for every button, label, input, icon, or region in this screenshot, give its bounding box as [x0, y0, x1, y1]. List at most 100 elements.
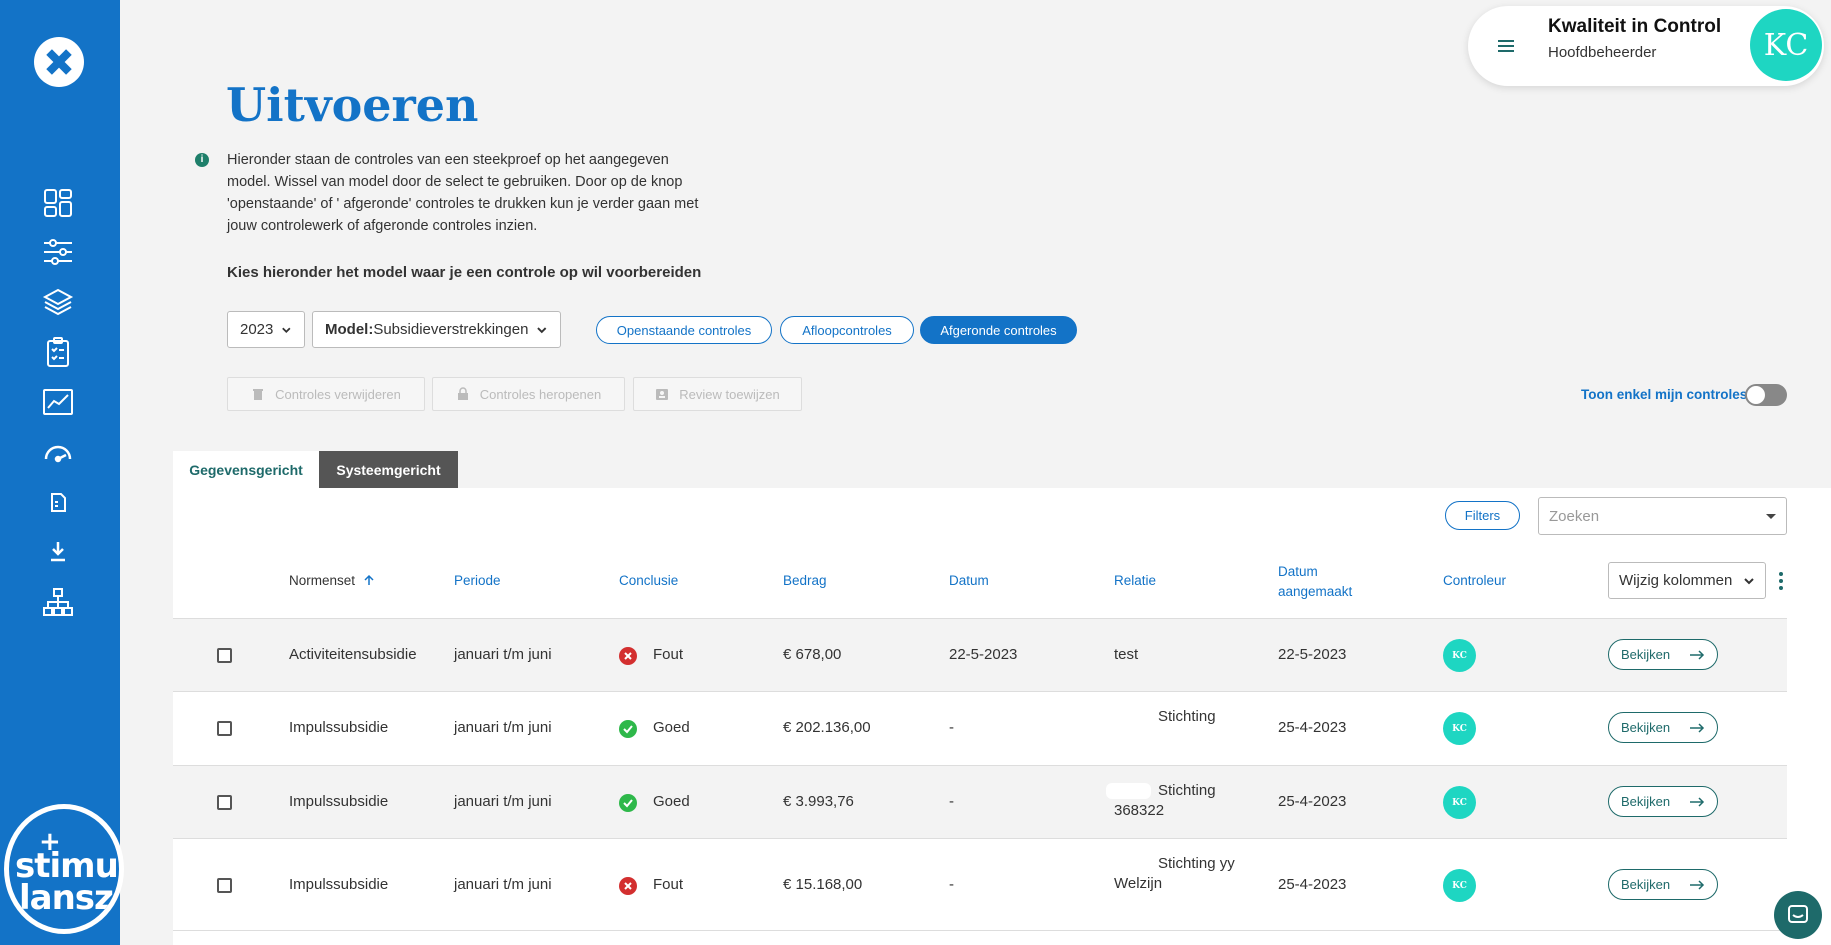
afloopcontroles-button[interactable]: Afloopcontroles	[780, 316, 914, 344]
only-my-controls-label: Toon enkel mijn controles	[1581, 387, 1748, 402]
year-select[interactable]: 2023	[227, 311, 305, 348]
cell-relatie: test	[1114, 646, 1139, 663]
column-header-datum[interactable]: Datum	[949, 573, 989, 588]
model-prefix: Model:	[325, 321, 374, 338]
view-button-label: Bekijken	[1621, 647, 1671, 662]
error-icon	[619, 647, 637, 665]
column-header-relatie[interactable]: Relatie	[1114, 573, 1156, 588]
table-row: Impulssubsidie januari t/m juni Goed € 2…	[173, 691, 1787, 765]
cell-bedrag: € 15.168,00	[783, 876, 863, 893]
arrow-right-icon	[1690, 722, 1705, 733]
controleur-avatar: KC	[1443, 639, 1476, 672]
afgeronde-controles-button[interactable]: Afgeronde controles	[920, 316, 1077, 344]
cell-normenset: Impulssubsidie	[289, 719, 389, 736]
chat-icon	[1788, 905, 1808, 923]
openstaande-controles-button[interactable]: Openstaande controles	[596, 316, 772, 344]
controleur-avatar: KC	[1443, 786, 1476, 819]
cell-normenset: Activiteitensubsidie	[289, 646, 417, 663]
dashboard-icon[interactable]	[40, 185, 76, 221]
redacted-text	[1106, 783, 1151, 799]
filters-button[interactable]: Filters	[1445, 501, 1520, 530]
user-card: Kwaliteit in Control Hoofdbeheerder KC	[1468, 6, 1824, 86]
cell-normenset: Impulssubsidie	[289, 876, 389, 893]
info-icon: i	[195, 153, 209, 167]
table-row: Activiteitensubsidie januari t/m juni Fo…	[173, 618, 1787, 691]
column-header-normenset[interactable]: Normenset	[289, 573, 375, 588]
delete-controls-button[interactable]: Controles verwijderen	[227, 377, 425, 411]
cell-periode: januari t/m juni	[454, 646, 552, 663]
arrow-right-icon	[1690, 879, 1705, 890]
view-button[interactable]: Bekijken	[1608, 712, 1718, 743]
cell-bedrag: € 3.993,76	[783, 793, 854, 810]
column-header-periode[interactable]: Periode	[454, 573, 501, 588]
cell-normenset: Impulssubsidie	[289, 793, 389, 810]
cell-datum-aangemaakt: 25-4-2023	[1278, 793, 1347, 810]
trash-icon	[253, 389, 264, 400]
chevron-down-icon	[537, 326, 547, 333]
view-button-label: Bekijken	[1621, 720, 1671, 735]
search-input[interactable]: Zoeken	[1538, 497, 1787, 535]
view-button[interactable]: Bekijken	[1608, 639, 1718, 670]
tab-gegevensgericht[interactable]: Gegevensgericht	[173, 451, 319, 488]
arrow-right-icon	[1690, 649, 1705, 660]
cell-datum: -	[949, 793, 954, 810]
more-options-icon[interactable]	[1776, 570, 1786, 592]
brand-line-2: lansz	[19, 878, 114, 918]
column-header-conclusie[interactable]: Conclusie	[619, 573, 678, 588]
layers-icon[interactable]	[40, 284, 76, 320]
row-checkbox[interactable]	[217, 878, 232, 893]
row-checkbox[interactable]	[217, 721, 232, 736]
cell-relatie-line-2: 368322	[1114, 802, 1165, 819]
view-button-label: Bekijken	[1621, 794, 1671, 809]
row-checkbox[interactable]	[217, 795, 232, 810]
model-value: Subsidieverstrekkingen	[373, 321, 529, 338]
column-label-aangemaakt: aangemaakt	[1278, 584, 1353, 599]
hamburger-menu-icon[interactable]	[1494, 34, 1518, 58]
org-structure-icon[interactable]	[40, 584, 76, 620]
row-checkbox[interactable]	[217, 648, 232, 663]
assign-review-button[interactable]: Review toewijzen	[633, 377, 802, 411]
view-button[interactable]: Bekijken	[1608, 786, 1718, 817]
reopen-controls-button[interactable]: Controles heropenen	[432, 377, 625, 411]
document-icon[interactable]	[40, 484, 76, 520]
chevron-down-icon	[282, 327, 291, 333]
assign-review-label: Review toewijzen	[679, 386, 780, 402]
column-header-datum-aangemaakt[interactable]: Datum aangemaakt	[1278, 562, 1352, 602]
view-button[interactable]: Bekijken	[1608, 869, 1718, 900]
column-label-datum: Datum	[1278, 564, 1318, 579]
tab-systeemgericht[interactable]: Systeemgericht	[319, 451, 458, 488]
sort-ascending-icon	[364, 574, 374, 585]
cell-conclusie: Goed	[653, 793, 690, 810]
success-icon	[619, 720, 637, 738]
view-button-label: Bekijken	[1621, 877, 1671, 892]
download-icon[interactable]	[40, 533, 76, 569]
chevron-down-icon	[1744, 577, 1754, 584]
dropdown-arrow-icon	[1766, 513, 1776, 519]
user-role: Hoofdbeheerder	[1548, 44, 1657, 61]
sidebar: + stimu lansz	[0, 0, 124, 945]
cell-datum-aangemaakt: 22-5-2023	[1278, 646, 1347, 663]
cell-datum-aangemaakt: 25-4-2023	[1278, 876, 1347, 893]
cell-periode: januari t/m juni	[454, 719, 552, 736]
cell-periode: januari t/m juni	[454, 876, 552, 893]
cell-relatie-line-2: Welzijn	[1114, 875, 1163, 892]
cell-conclusie: Fout	[653, 646, 684, 663]
table-row: Impulssubsidie januari t/m juni Goed € 3…	[173, 765, 1787, 838]
intro-text: Hieronder staan de controles van een ste…	[227, 152, 699, 234]
avatar[interactable]: KC	[1750, 9, 1822, 81]
chat-button[interactable]	[1774, 891, 1822, 939]
cell-datum: 22-5-2023	[949, 646, 1018, 663]
model-select[interactable]: Model: Subsidieverstrekkingen	[312, 311, 561, 348]
delete-controls-label: Controles verwijderen	[275, 386, 401, 402]
chart-icon[interactable]	[40, 384, 76, 420]
error-icon	[619, 877, 637, 895]
column-header-controleur[interactable]: Controleur	[1443, 573, 1506, 588]
column-header-bedrag[interactable]: Bedrag	[783, 573, 827, 588]
cell-relatie: Stichting yy	[1158, 855, 1235, 872]
gauge-icon[interactable]	[40, 435, 76, 471]
change-columns-select[interactable]: Wijzig kolommen	[1608, 562, 1766, 599]
app-logo[interactable]	[34, 37, 84, 87]
only-my-controls-toggle[interactable]	[1745, 384, 1787, 406]
sliders-icon[interactable]	[40, 234, 76, 270]
checklist-icon[interactable]	[40, 334, 76, 370]
